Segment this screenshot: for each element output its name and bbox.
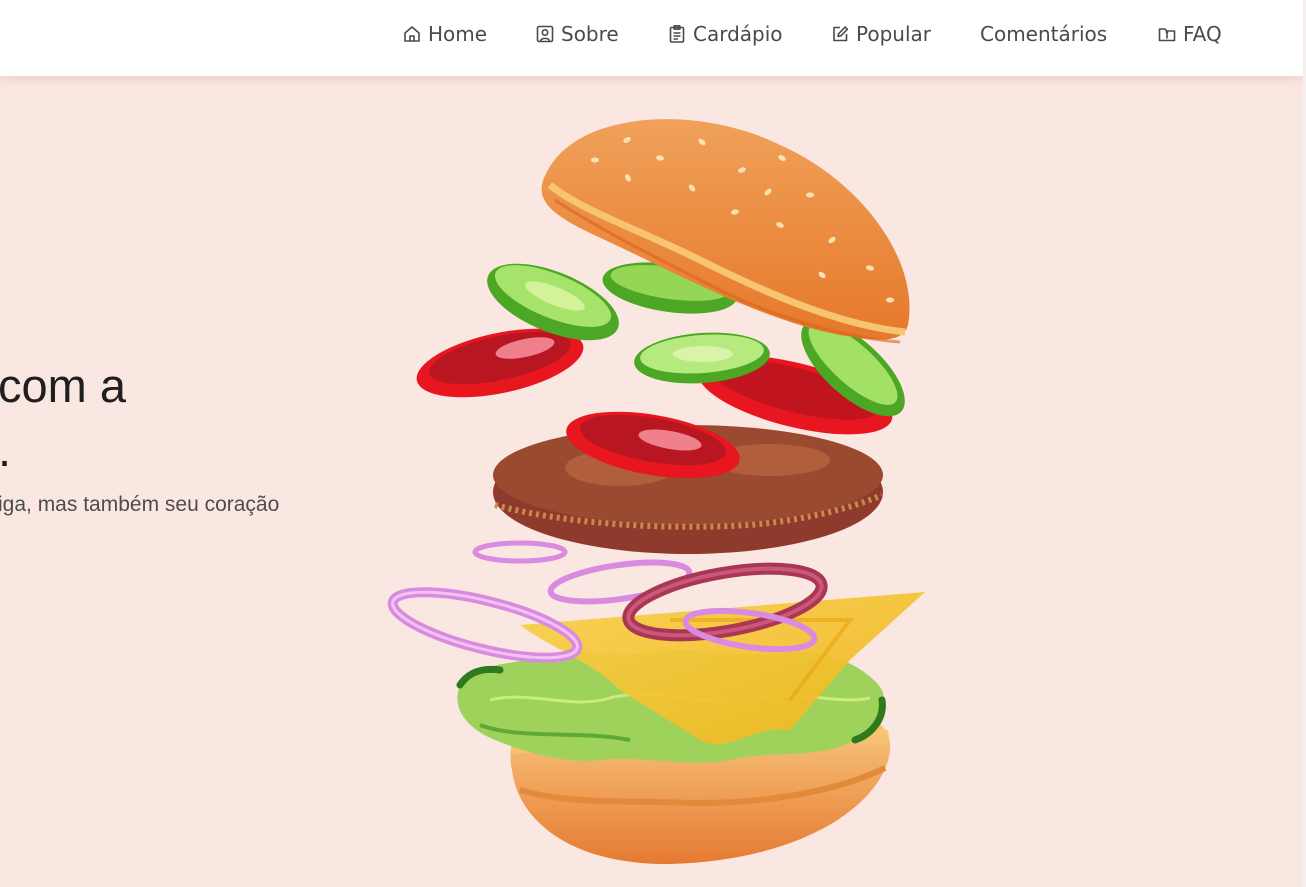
nav-home-label: Home	[428, 22, 488, 46]
home-icon	[404, 26, 420, 42]
nav-sobre-label: Sobre	[561, 22, 619, 46]
user-square-icon	[536, 25, 554, 43]
nav-comentarios-link[interactable]: Comentários	[980, 20, 1107, 48]
info-folder-icon	[1158, 28, 1176, 42]
nav-faq-label: FAQ	[1183, 22, 1222, 46]
hero-description: iga, mas também seu coração	[0, 493, 280, 516]
nav-cardapio-label: Cardápio	[693, 22, 783, 46]
nav-sobre-link[interactable]: Sobre	[535, 20, 619, 48]
hero-title-line-1: com a	[0, 359, 126, 412]
edit-icon	[833, 26, 849, 42]
navbar: Home Sobre Cardápio Popular Comentários …	[0, 0, 1303, 76]
hero-title-line-2: .	[0, 422, 11, 478]
nav-cardapio-link[interactable]: Cardápio	[667, 20, 783, 48]
nav-faq-link[interactable]: FAQ	[1157, 20, 1222, 48]
nav-home-link[interactable]: Home	[402, 20, 487, 48]
nav-comentarios-label: Comentários	[980, 22, 1108, 46]
clipboard-list-icon	[669, 24, 685, 43]
nav-popular-link[interactable]: Popular	[830, 20, 931, 48]
nav-popular-label: Popular	[856, 22, 931, 46]
burger-illustration	[387, 119, 925, 865]
